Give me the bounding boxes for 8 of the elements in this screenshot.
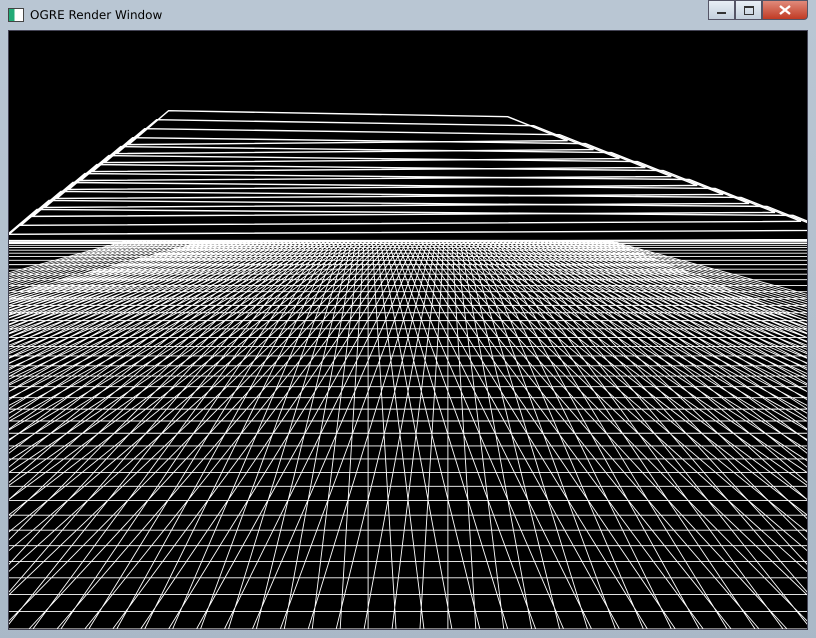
- minimize-button[interactable]: [708, 0, 735, 20]
- close-icon: [779, 5, 791, 15]
- close-button[interactable]: [762, 0, 808, 20]
- minimize-icon: [717, 12, 726, 14]
- maximize-icon: [744, 6, 754, 14]
- window-icon: [8, 8, 24, 22]
- maximize-button[interactable]: [735, 0, 762, 20]
- window-title: OGRE Render Window: [30, 8, 164, 22]
